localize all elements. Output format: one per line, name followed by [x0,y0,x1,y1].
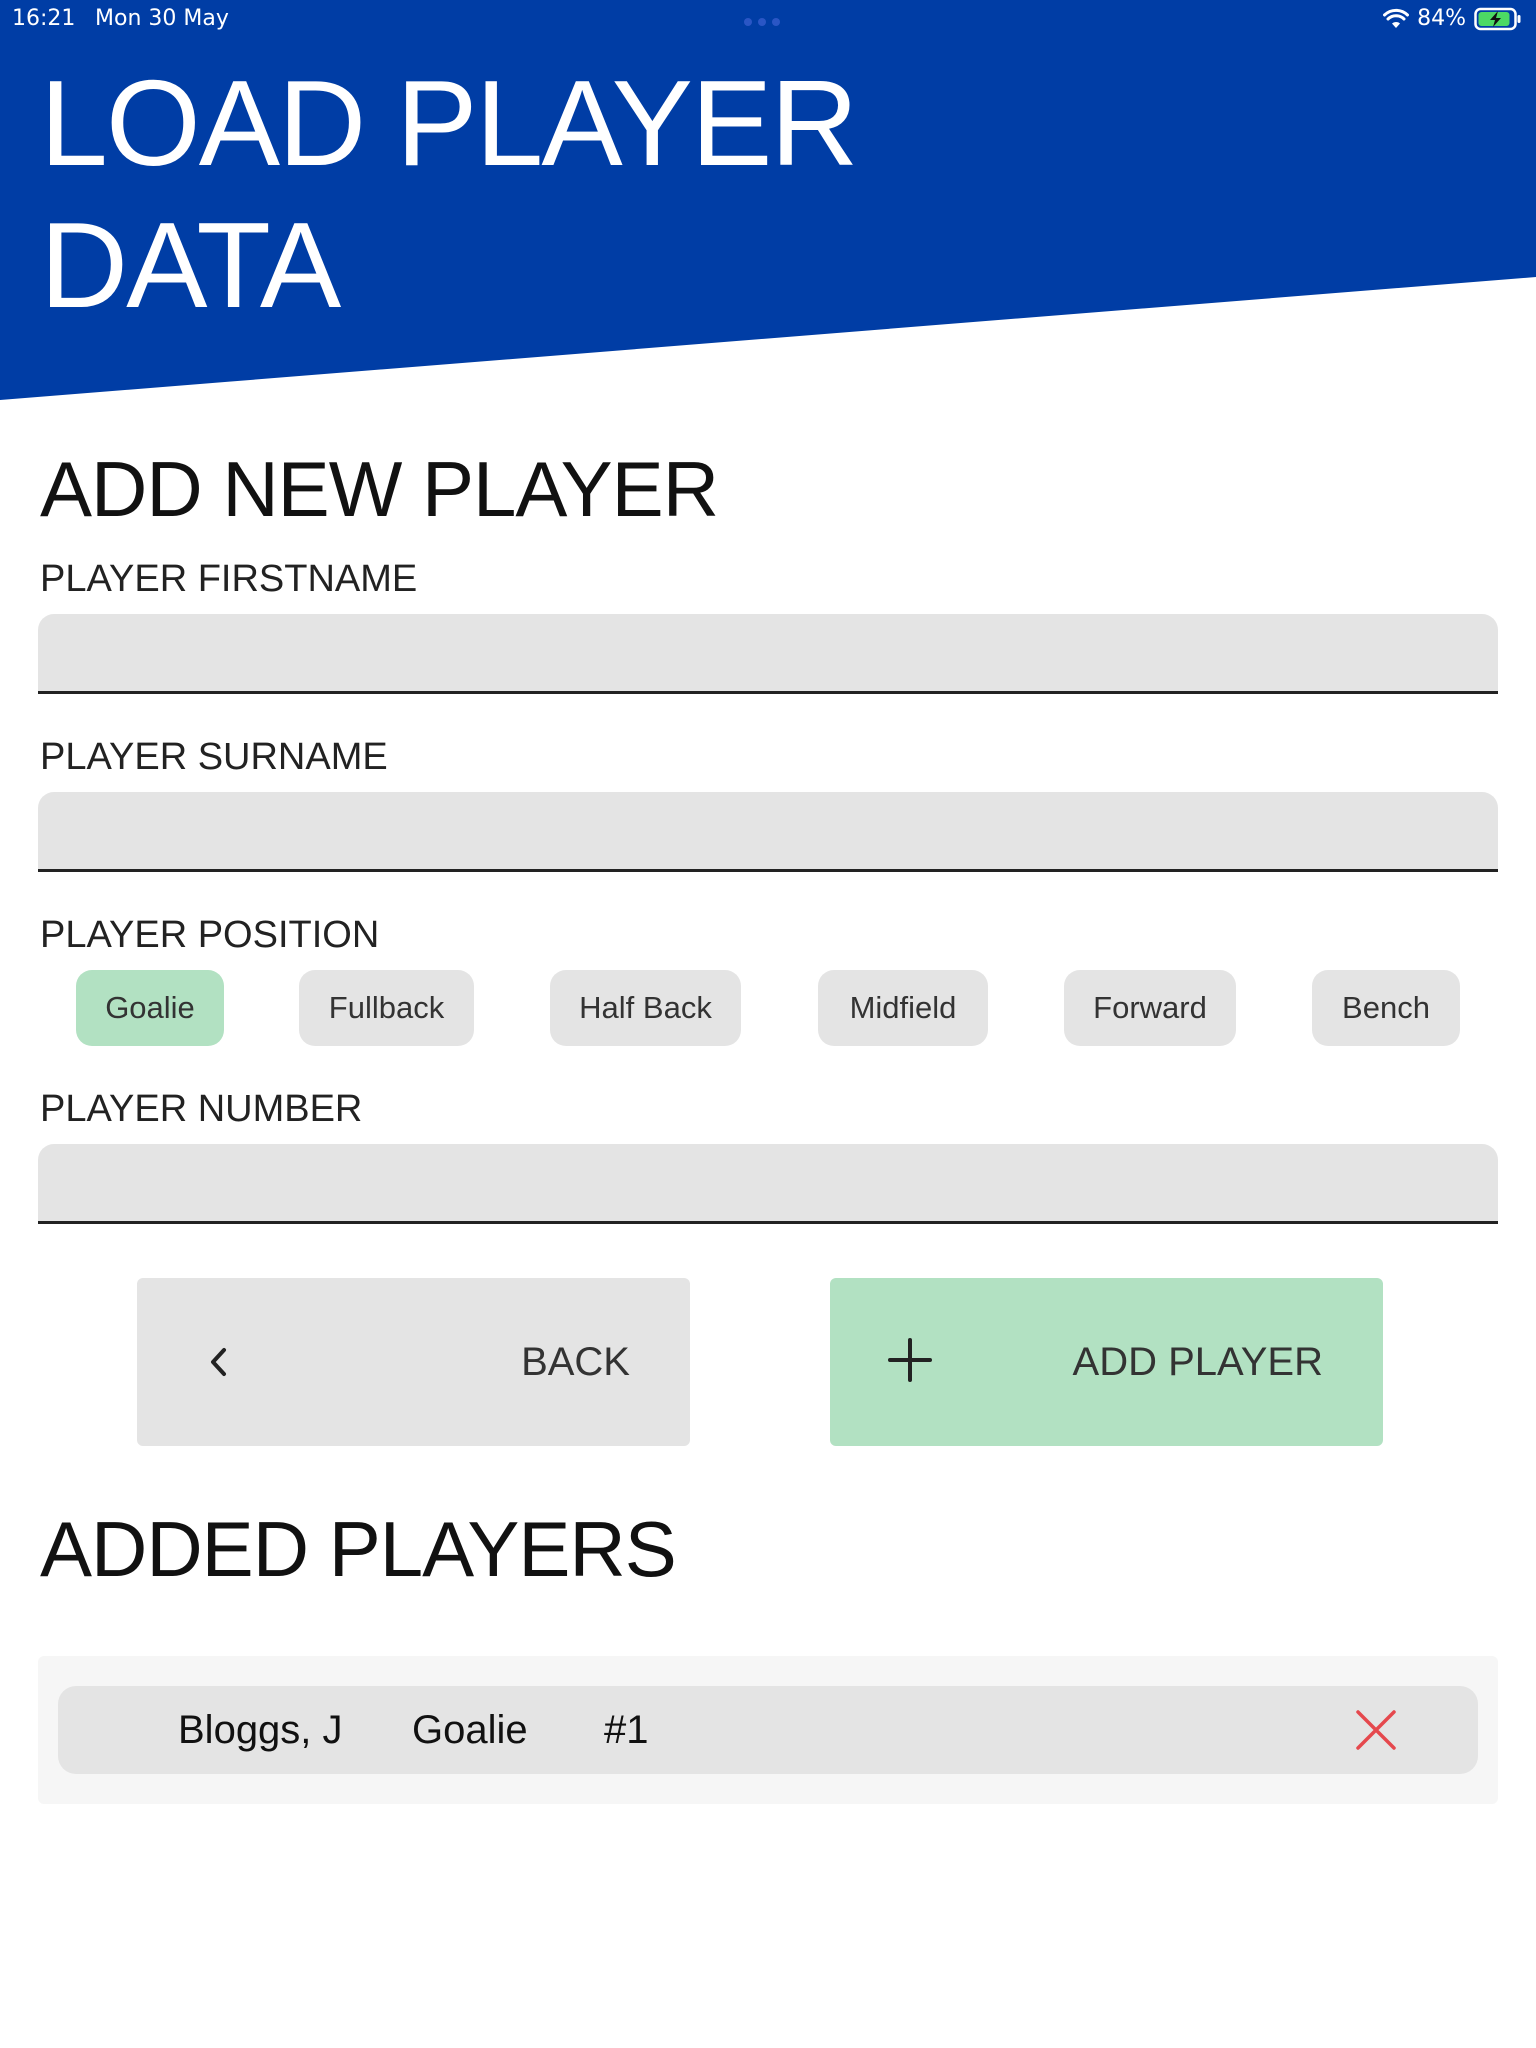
firstname-label: PLAYER FIRSTNAME [40,558,418,600]
close-icon[interactable] [1354,1708,1398,1752]
surname-input[interactable] [38,792,1498,872]
number-input[interactable] [38,1144,1498,1224]
status-time: 16:21 [12,6,76,31]
position-chip-bench[interactable]: Bench [1312,970,1460,1046]
list-item: Bloggs, J Goalie #1 [58,1686,1478,1774]
battery-charging-icon [1474,7,1521,30]
multitasking-dots-icon[interactable] [744,18,780,26]
surname-label: PLAYER SURNAME [40,736,388,778]
add-player-button[interactable]: ADD PLAYER [830,1278,1383,1446]
player-name: Bloggs, J [178,1708,343,1752]
position-chip-forward[interactable]: Forward [1064,970,1236,1046]
back-button[interactable]: BACK [137,1278,690,1446]
position-chip-half-back[interactable]: Half Back [550,970,741,1046]
number-label: PLAYER NUMBER [40,1088,363,1130]
battery-percent: 84% [1417,6,1466,31]
position-chip-goalie[interactable]: Goalie [76,970,224,1046]
add-player-button-label: ADD PLAYER [1072,1339,1323,1384]
plus-icon [888,1338,932,1382]
position-label: PLAYER POSITION [40,914,380,956]
added-players-list: Bloggs, J Goalie #1 [38,1656,1498,1804]
added-players-heading: ADDED PLAYERS [40,1505,677,1593]
back-button-label: BACK [521,1339,630,1384]
add-player-heading: ADD NEW PLAYER [40,445,719,533]
player-position: Goalie [412,1708,528,1752]
position-chip-midfield[interactable]: Midfield [818,970,988,1046]
page-title: LOAD PLAYER DATA [40,55,859,333]
status-indicators: 84% [1383,6,1522,31]
wifi-icon [1383,8,1410,28]
status-bar: 16:21 Mon 30 May 84% [0,0,1536,40]
status-date: Mon 30 May [95,6,229,31]
chevron-left-icon [211,1348,226,1376]
firstname-input[interactable] [38,614,1498,694]
player-number: #1 [604,1708,649,1752]
position-chip-fullback[interactable]: Fullback [299,970,474,1046]
